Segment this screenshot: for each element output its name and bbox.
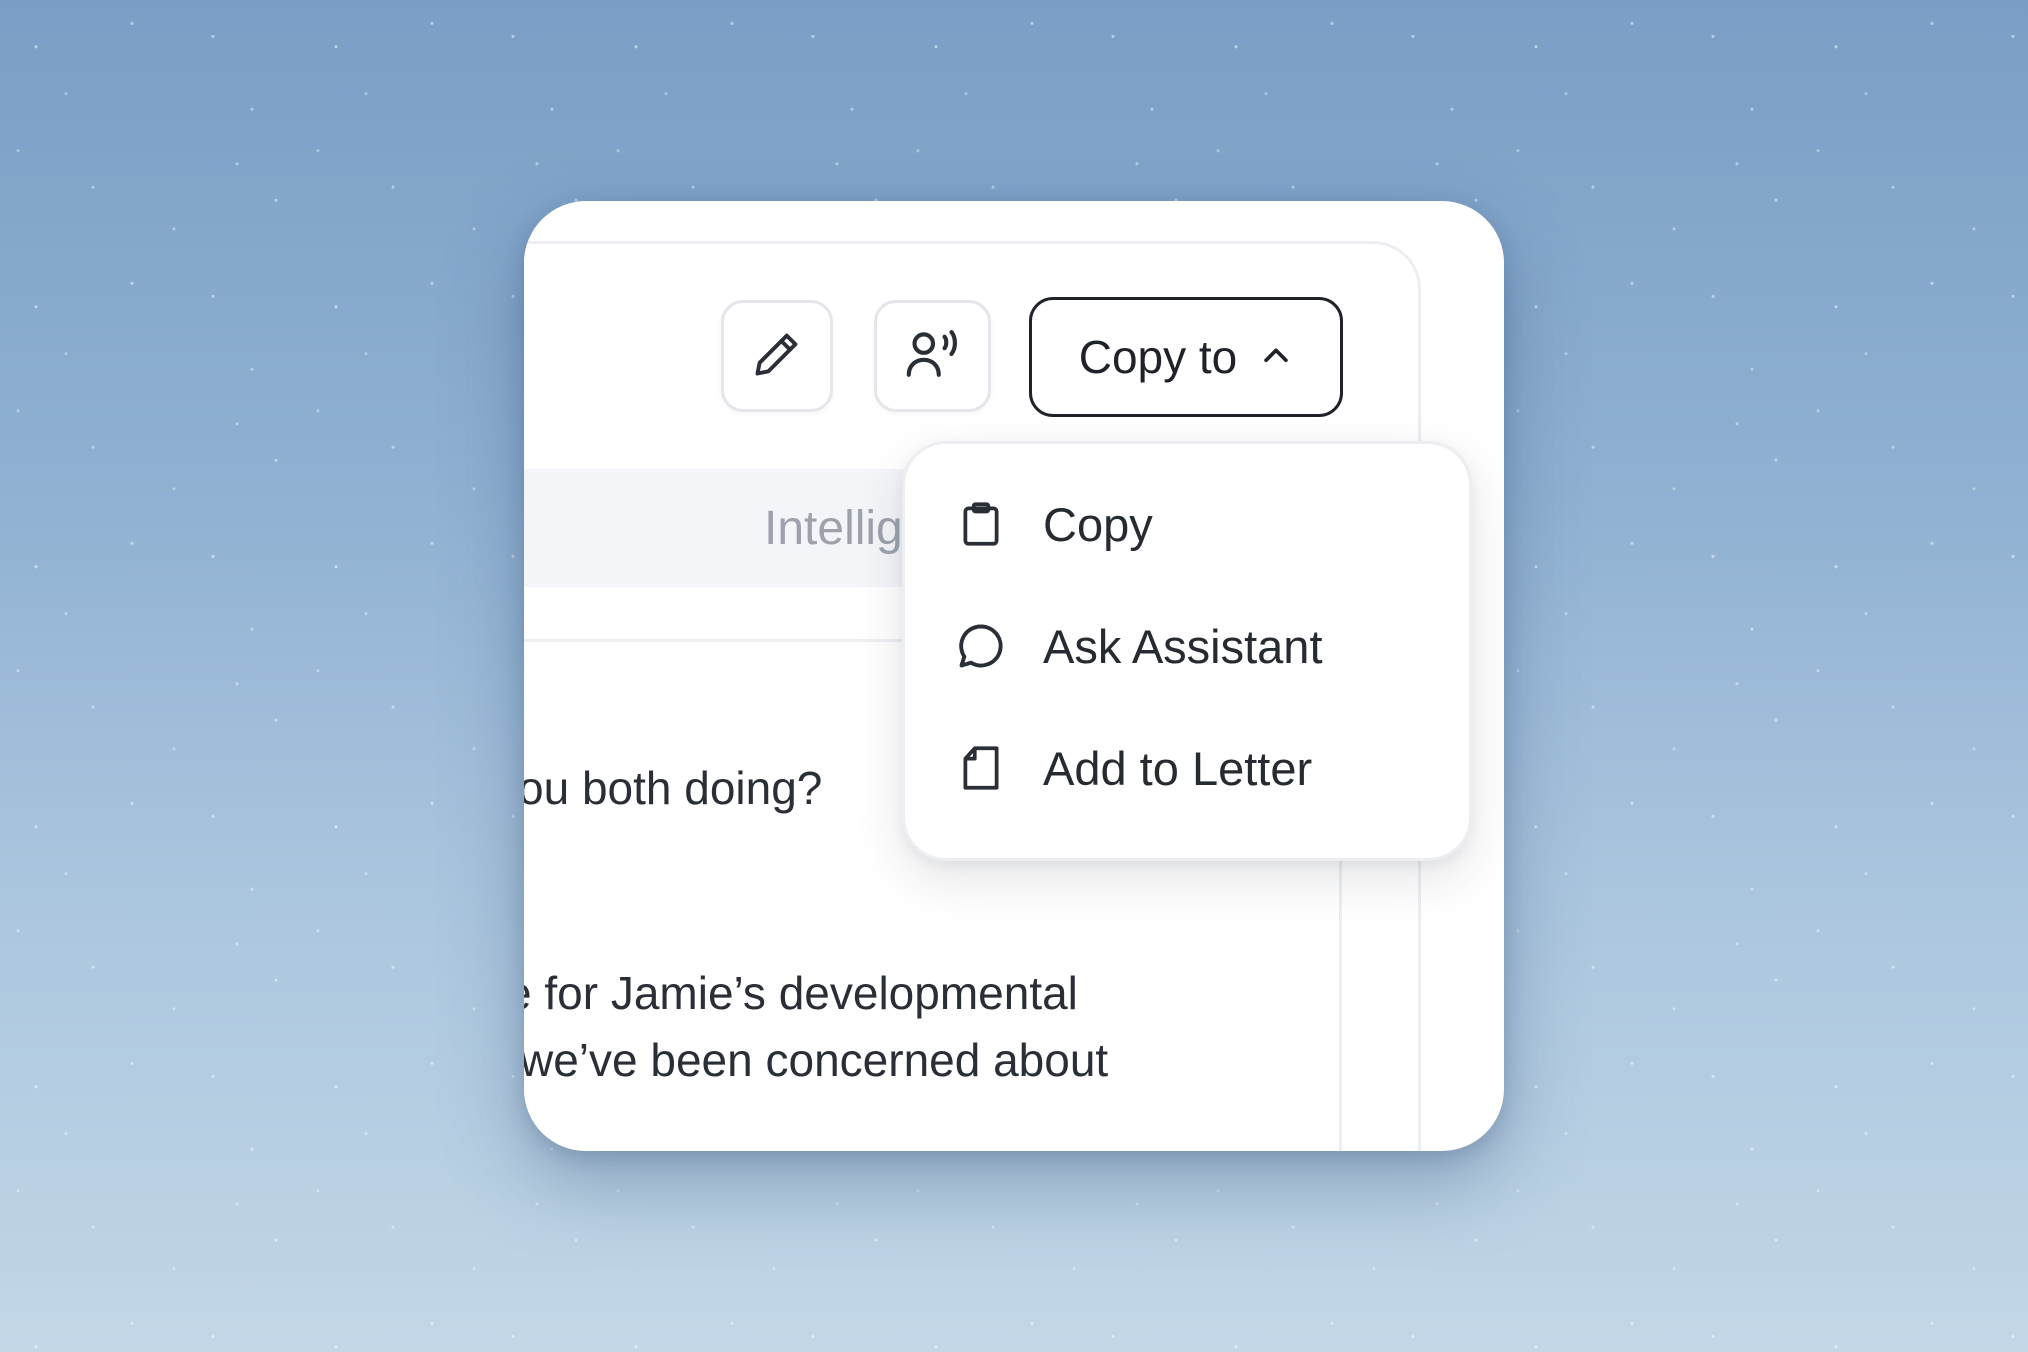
pencil-icon: [751, 328, 803, 385]
dictate-button[interactable]: [874, 300, 991, 412]
voice-person-icon: [903, 324, 963, 389]
menu-item-copy[interactable]: Copy: [955, 484, 1153, 564]
document-icon: [955, 742, 1007, 794]
transcript-line: we’ve been concerned about: [524, 1034, 1109, 1086]
chat-bubble-icon: [955, 620, 1007, 672]
copy-to-label: Copy to: [1078, 331, 1238, 383]
chevron-up-icon: [1259, 330, 1293, 384]
menu-item-label: Ask Assistant: [1043, 619, 1323, 673]
app-card: Copy to Intellig ou both doing? e for Ja…: [524, 201, 1504, 1151]
tab-intelligence[interactable]: Intellig: [764, 501, 903, 556]
menu-item-add-to-letter[interactable]: Add to Letter: [955, 728, 1312, 808]
clipboard-icon: [955, 498, 1007, 550]
menu-item-label: Copy: [1043, 497, 1153, 551]
menu-item-ask-assistant[interactable]: Ask Assistant: [955, 606, 1323, 686]
copy-to-button[interactable]: Copy to: [1029, 297, 1343, 417]
scroll-divider: [1339, 841, 1342, 1151]
edit-button[interactable]: [721, 300, 833, 412]
menu-item-label: Add to Letter: [1043, 741, 1313, 795]
copy-to-menu: Copy Ask Assistant Add to Letter: [902, 441, 1472, 861]
transcript-line: ou both doing?: [524, 762, 823, 814]
transcript-line: e for Jamie’s developmental: [524, 967, 1078, 1019]
